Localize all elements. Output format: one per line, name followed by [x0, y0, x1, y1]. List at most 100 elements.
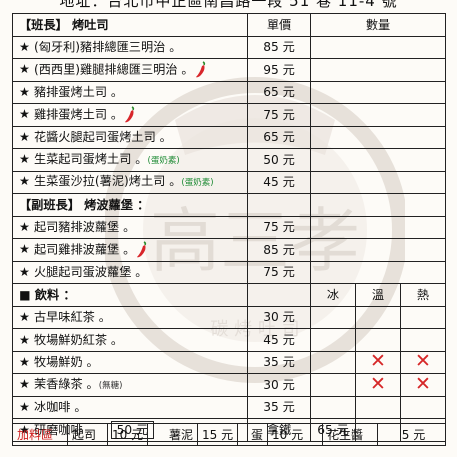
vegetarian-tag: (蛋奶素) [181, 178, 214, 189]
star-icon: ★ [19, 107, 30, 122]
item-name-cell: ★ 生菜起司蛋烤土司 。(蛋奶素) [12, 148, 248, 172]
item-name: (西西里)雞腿排總匯三明治 。 [33, 62, 194, 77]
item-name-cell: ★ 起司豬排波蘿堡 。 [12, 215, 248, 239]
quantity-header: 數量 [309, 13, 447, 37]
item-name: 起司豬排波蘿堡 。 [33, 220, 136, 235]
item-price: 30 元 [247, 305, 311, 329]
star-icon: ★ [19, 85, 30, 100]
hot-cell: ✕ [399, 373, 447, 397]
extra-potato: 薯泥 [147, 423, 198, 446]
star-icon: ★ [19, 355, 30, 370]
price-header: 單價 [247, 13, 311, 37]
menu-table: 【班長】 烤吐司 單價 數量 ★ (匈牙利)豬排總匯三明治 。 85 元 ★ (西西里)… [12, 13, 447, 442]
ice-cell [310, 350, 356, 374]
quantity-cell [309, 80, 447, 104]
item-name: (匈牙利)豬排總匯三明治 。 [33, 40, 182, 55]
extra-cheese-price: 10 元 [107, 423, 148, 446]
item-name-cell: ★ 雞排蛋烤土司 。 [12, 103, 248, 127]
item-price: 30 元 [247, 373, 311, 397]
item-price: 35 元 [247, 350, 311, 374]
item-price: 45 元 [247, 328, 311, 352]
chili-pepper-icon [195, 61, 205, 78]
ice-cell [310, 395, 356, 419]
quantity-cell [309, 58, 447, 82]
toast-row: ★ (匈牙利)豬排總匯三明治 。 85 元 [12, 35, 447, 59]
section-title-toast: 【班長】 烤吐司 [12, 13, 248, 37]
quantity-cell [309, 125, 447, 149]
quantity-cell [309, 260, 447, 284]
extra-egg: 蛋 [237, 423, 268, 446]
ice-header: 冰 [310, 283, 356, 307]
item-name-cell: ★ (匈牙利)豬排總匯三明治 。 [12, 35, 248, 59]
item-name: 火腿起司蛋波蘿堡 。 [33, 265, 148, 280]
drinks-header-row: ■ 飲料 ： 冰 溫 熱 [12, 283, 447, 307]
star-icon: ★ [19, 174, 30, 189]
extra-peanut-price: 5 元 [377, 423, 446, 446]
item-name-cell: ★ 火腿起司蛋波蘿堡 。 [12, 260, 248, 284]
item-price: 85 元 [247, 35, 311, 59]
drink-row: ★ 冰咖啡 。 35 元 [12, 395, 447, 419]
hot-cell: ✕ [399, 350, 447, 374]
item-name: 豬排蛋烤土司 。 [33, 85, 124, 100]
burger-row: ★ 起司雞排波蘿堡 。 85 元 [12, 238, 447, 262]
quantity-cell [309, 103, 447, 127]
drink-row: ★ 牧場鮮奶 。 35 元 ✕ ✕ [12, 350, 447, 374]
item-price: 75 元 [247, 215, 311, 239]
warm-cell [355, 395, 401, 419]
quantity-cell [309, 35, 447, 59]
burger-header-row: 【副班長】 烤波蘿堡 ： [12, 193, 447, 217]
chili-pepper-icon [125, 106, 135, 123]
warm-header: 溫 [355, 283, 401, 307]
star-icon: ★ [19, 332, 30, 347]
quantity-cell [309, 148, 447, 172]
item-price: 35 元 [247, 395, 311, 419]
quantity-cell [309, 170, 447, 194]
item-name-cell: ★ (西西里)雞腿排總匯三明治 。 [12, 58, 248, 82]
item-name: 雞排蛋烤土司 。 [33, 107, 124, 122]
burger-row: ★ 火腿起司蛋波蘿堡 。 75 元 [12, 260, 447, 284]
drink-row: ★ 牧場鮮奶紅茶 。 45 元 [12, 328, 447, 352]
item-name: 牧場鮮奶 。 [33, 355, 99, 370]
item-price: 75 元 [247, 260, 311, 284]
vegetarian-tag: (蛋奶素) [147, 155, 180, 166]
hot-header: 熱 [399, 283, 447, 307]
item-name-cell: ★ 古早味紅茶 。 [12, 305, 248, 329]
item-price: 65 元 [247, 80, 311, 104]
drink-row: ★ 茉香綠茶 。(無糖) 30 元 ✕ ✕ [12, 373, 447, 397]
item-name-cell: ★ 起司雞排波蘿堡 。 [12, 238, 248, 262]
hot-cell [399, 328, 447, 352]
star-icon: ★ [19, 151, 30, 166]
ice-cell [310, 373, 356, 397]
item-name: 生菜起司蛋烤土司 。 [33, 151, 148, 166]
chili-pepper-icon [137, 241, 147, 258]
item-name-cell: ★ 生菜蛋沙拉(薯泥)烤土司 。(蛋奶素) [12, 170, 248, 194]
warm-cell: ✕ [355, 350, 401, 374]
drink-row: ★ 古早味紅茶 。 30 元 [12, 305, 447, 329]
warm-cell [355, 305, 401, 329]
item-name: 牧場鮮奶紅茶 。 [33, 332, 124, 347]
sugar-note: (無糖) [98, 380, 123, 391]
star-icon: ★ [19, 310, 30, 325]
extras-table: 加料區 起司 10 元 薯泥 15 元 蛋 10 元 花生醬 5 元 [12, 423, 446, 446]
quantity-cell [309, 215, 447, 239]
item-name-cell: ★ 花醬火腿起司蛋烤土司 。 [12, 125, 248, 149]
item-name: 茉香綠茶 。 [33, 376, 99, 391]
item-name: 花醬火腿起司蛋烤土司 。 [33, 130, 172, 145]
ice-cell [310, 305, 356, 329]
item-price: 85 元 [247, 238, 311, 262]
extras-label: 加料區 [12, 423, 68, 446]
burger-row: ★ 起司豬排波蘿堡 。 75 元 [12, 215, 447, 239]
quantity-cell [309, 238, 447, 262]
item-name-cell: ★ 牧場鮮奶紅茶 。 [12, 328, 248, 352]
item-name-cell: ★ 冰咖啡 。 [12, 395, 248, 419]
hot-cell [399, 395, 447, 419]
item-price: 45 元 [247, 170, 311, 194]
item-name-cell: ★ 茉香綠茶 。(無糖) [12, 373, 248, 397]
star-icon: ★ [19, 400, 30, 415]
warm-cell [355, 328, 401, 352]
section-title-drinks: ■ 飲料 ： [12, 283, 248, 307]
unavailable-x-icon: ✕ [415, 351, 431, 373]
extra-egg-price: 10 元 [267, 423, 323, 446]
toast-row: ★ (西西里)雞腿排總匯三明治 。 95 元 [12, 58, 447, 82]
item-name: 冰咖啡 。 [33, 400, 87, 415]
